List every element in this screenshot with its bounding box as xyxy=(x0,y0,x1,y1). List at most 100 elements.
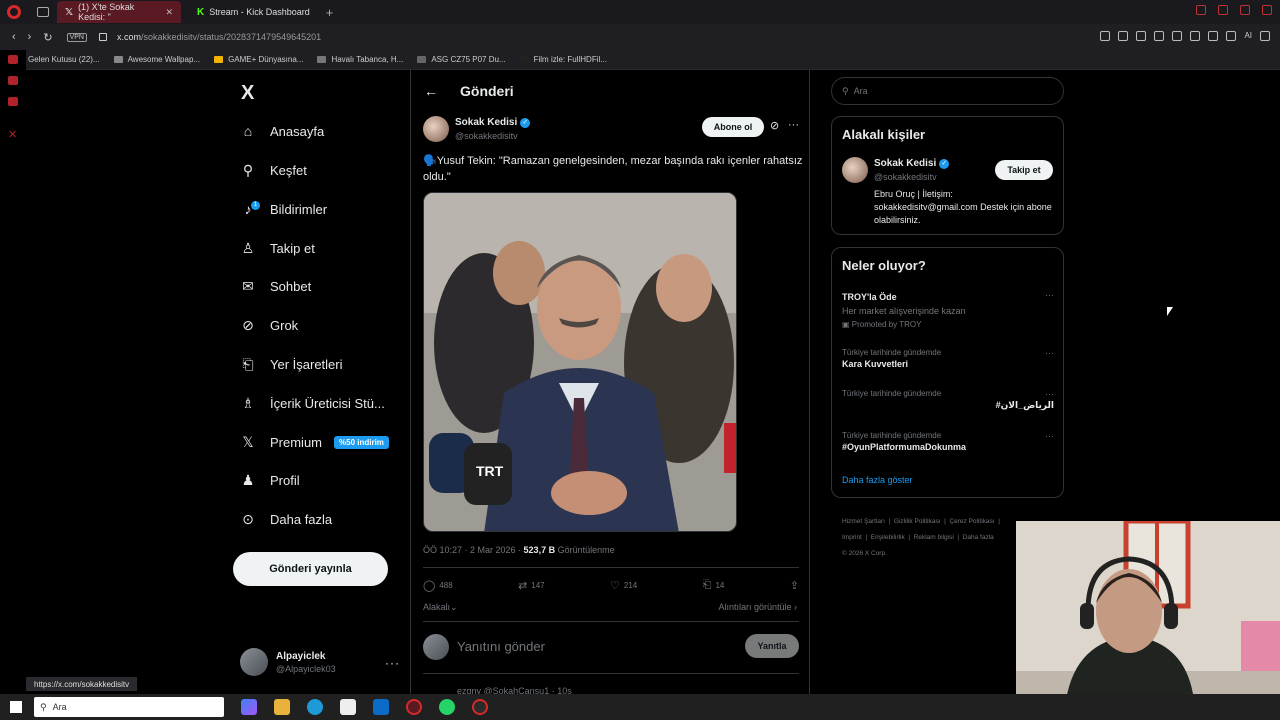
author-avatar[interactable] xyxy=(423,116,449,142)
bookmark-item[interactable]: Gelen Kutusu (22)... xyxy=(14,55,100,64)
footer-link[interactable]: Çerez Politikası xyxy=(949,518,994,525)
sidebar-item-notifications[interactable]: ♪ 1 Bildirimler xyxy=(240,196,327,222)
file-explorer-icon[interactable] xyxy=(274,699,290,715)
sidebar-item-grok[interactable]: ⊘ Grok xyxy=(240,312,298,338)
bookmark-item[interactable]: Awesome Wallpap... xyxy=(113,55,200,64)
trend-item[interactable]: TROY'la Öde Her market alışverişinde kaz… xyxy=(842,290,1054,329)
footer-link[interactable]: Erişilebilirlik xyxy=(871,534,905,541)
footer-link[interactable]: Gizlilik Politikası xyxy=(894,518,941,525)
show-more-link[interactable]: Daha fazla göster xyxy=(842,475,913,485)
url-field[interactable]: x.com/sokakkedisitv/status/2028371479549… xyxy=(117,32,321,42)
copilot-icon[interactable] xyxy=(241,699,257,715)
back-arrow-icon[interactable]: ← xyxy=(424,83,438,99)
relevant-person-handle[interactable]: @sokakkedisitv xyxy=(874,172,937,182)
forward-icon[interactable]: › xyxy=(28,31,32,43)
follow-button[interactable]: Takip et xyxy=(995,160,1053,180)
bookmark-item[interactable]: GAME+ Dünyasına... xyxy=(214,55,303,64)
sidebar-item-premium[interactable]: 𝕏 Premium %50 indirim xyxy=(240,429,389,455)
vpn-badge[interactable]: VPN xyxy=(66,32,87,42)
relevant-sort-dropdown[interactable]: Alakalı⌄ xyxy=(423,602,458,613)
close-icon[interactable]: ✕ xyxy=(165,7,173,18)
trend-more-icon[interactable]: ··· xyxy=(1045,431,1054,441)
snapshot-icon[interactable] xyxy=(1118,31,1129,41)
bookmark-page-icon[interactable] xyxy=(1100,31,1111,41)
like-action[interactable]: ♡ 214 xyxy=(610,579,637,592)
lock-icon[interactable] xyxy=(98,33,107,41)
windows-start-icon[interactable] xyxy=(10,701,22,713)
tab-kick-dashboard[interactable]: K Stream - Kick Dashboard xyxy=(189,1,318,23)
sidebar-item-explore[interactable]: ⚲ Keşfet xyxy=(240,157,307,183)
bookmark-item[interactable]: Film izle: FullHDFil... xyxy=(519,55,607,64)
adblock-icon[interactable] xyxy=(1136,31,1147,41)
x-logo[interactable]: X xyxy=(241,82,254,105)
repost-action[interactable]: ⇄ 147 xyxy=(518,579,545,592)
sidebar-item-creator-studio[interactable]: ♗ İçerik Üreticisi Stü... xyxy=(240,390,385,416)
outlook-icon[interactable] xyxy=(373,699,389,715)
share-action[interactable]: ⇪ xyxy=(790,579,799,592)
opera-taskbar-icon[interactable] xyxy=(406,699,422,715)
account-switcher[interactable]: Alpayiclek @Alpayiclek03 xyxy=(240,648,336,676)
minimize-icon[interactable] xyxy=(1218,5,1228,15)
trend-item[interactable]: Türkiye tarihinde gündemde #الرياض_الان … xyxy=(842,389,1054,411)
bookmark-action[interactable]: ⎗ 14 xyxy=(703,579,725,592)
sidebar-item-home[interactable]: ⌂ Anasayfa xyxy=(240,118,324,144)
footer-link[interactable]: Imprint xyxy=(842,534,862,541)
footer-link[interactable]: Daha fazla xyxy=(963,534,994,541)
player-icon[interactable] xyxy=(1154,31,1165,41)
reload-icon[interactable]: ↻ xyxy=(43,31,52,44)
bookmark-item[interactable]: Havalı Tabanca, H... xyxy=(317,55,403,64)
taskbar-search[interactable]: ⚲ Ara xyxy=(34,697,224,717)
bookmark-item[interactable]: ASG CZ75 P07 Du... xyxy=(417,55,506,64)
new-tab-button[interactable]: + xyxy=(326,5,334,20)
reply-input[interactable]: Yanıtını gönder xyxy=(457,639,545,654)
search-tabs-icon[interactable] xyxy=(1196,5,1206,15)
tab-x-post[interactable]: 𝕏 (1) X'te Sokak Kedisi: " ✕ xyxy=(57,1,181,23)
reply-action[interactable]: ◯ 488 xyxy=(423,579,453,592)
footer-link[interactable]: Hizmet Şartları xyxy=(842,518,885,525)
reply-button[interactable]: Yanıtla xyxy=(745,634,799,658)
extensions-icon[interactable] xyxy=(1190,31,1201,41)
footer-link[interactable]: Reklam bilgisi xyxy=(914,534,954,541)
post-image[interactable]: TRT xyxy=(423,192,737,532)
sidebar-item-profile[interactable]: ♟ Profil xyxy=(240,467,300,493)
menu-icon[interactable] xyxy=(1260,31,1270,41)
creator-icon: ♗ xyxy=(241,394,255,411)
post-button[interactable]: Gönderi yayınla xyxy=(233,552,388,586)
instagram-icon[interactable] xyxy=(8,97,18,106)
sidebar-item-chat[interactable]: ✉ Sohbet xyxy=(240,273,311,299)
opera-gx-icon[interactable] xyxy=(472,699,488,715)
subscribe-button[interactable]: Abone ol xyxy=(702,117,764,137)
post-more-icon[interactable]: ··· xyxy=(788,119,799,131)
trend-item[interactable]: Türkiye tarihinde gündemde #OyunPlatform… xyxy=(842,431,1054,452)
heart-icon[interactable] xyxy=(1172,31,1183,41)
whatsapp-icon[interactable] xyxy=(439,699,455,715)
author-handle[interactable]: @sokakkedisitv xyxy=(455,131,518,141)
store-icon[interactable] xyxy=(340,699,356,715)
edge-icon[interactable] xyxy=(307,699,323,715)
opera-ai-icon[interactable] xyxy=(8,55,18,64)
trend-more-icon[interactable]: ··· xyxy=(1045,290,1054,300)
sidebar-item-bookmarks[interactable]: ⎗ Yer İşaretleri xyxy=(240,351,342,377)
search-input[interactable]: ⚲ Ara xyxy=(831,77,1064,105)
x-sidebar-icon[interactable]: ✕ xyxy=(8,128,17,141)
avatar[interactable] xyxy=(842,157,868,183)
author-name[interactable]: Sokak Kedisi ✓ xyxy=(455,117,531,128)
download-icon[interactable] xyxy=(1226,31,1237,41)
back-icon[interactable]: ‹ xyxy=(12,31,16,43)
messenger-icon[interactable] xyxy=(8,76,18,85)
wallet-icon[interactable] xyxy=(1208,31,1219,41)
trend-item[interactable]: Türkiye tarihinde gündemde Kara Kuvvetle… xyxy=(842,348,1054,369)
trend-more-icon[interactable]: ··· xyxy=(1045,348,1054,358)
opera-logo-icon[interactable] xyxy=(7,5,21,19)
close-window-icon[interactable] xyxy=(1262,5,1272,15)
aria-ai-button[interactable]: AI xyxy=(1244,31,1252,41)
view-quotes-link[interactable]: Alıntıları görüntüle › xyxy=(718,602,797,612)
relevant-person-name[interactable]: Sokak Kedisi ✓ xyxy=(874,158,950,169)
account-more-icon[interactable]: ··· xyxy=(385,656,400,670)
tab-menu-icon[interactable] xyxy=(37,7,49,17)
maximize-icon[interactable] xyxy=(1240,5,1250,15)
trend-more-icon[interactable]: ··· xyxy=(1045,389,1054,399)
sidebar-item-more[interactable]: ⊙ Daha fazla xyxy=(240,506,332,532)
sidebar-item-follow[interactable]: ♙ Takip et xyxy=(240,235,315,261)
grok-explain-icon[interactable]: ⊘ xyxy=(770,119,779,132)
